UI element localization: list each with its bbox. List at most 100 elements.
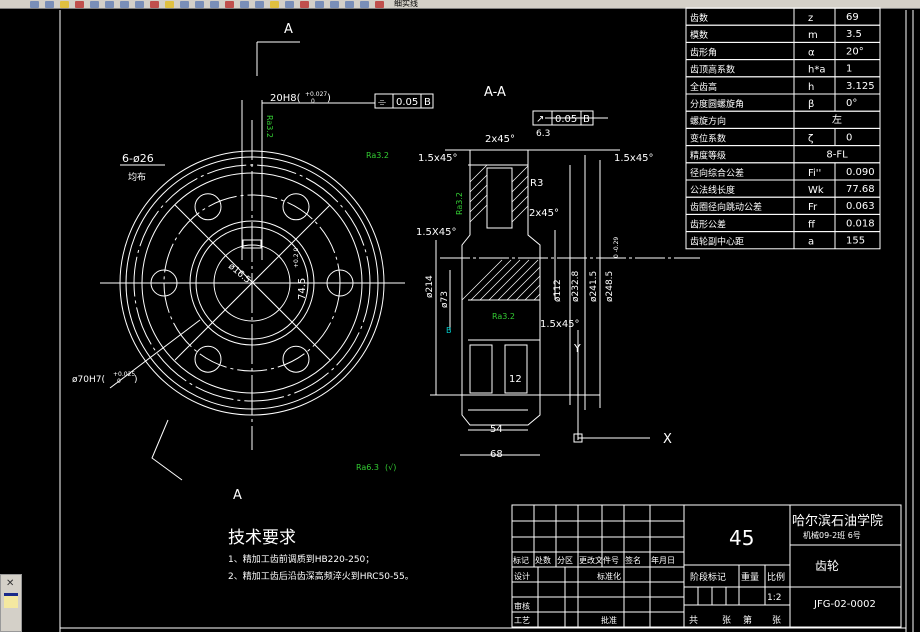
diameter-dim: ø248.5 xyxy=(605,271,615,302)
tech-requirements-title: 技术要求 xyxy=(228,528,296,548)
section-view-labels: A-A ↗ 0.05 B 6.3 2x45° 1.5x45° 1.5x45° 2… xyxy=(416,85,672,460)
diameter-dim: ø112 xyxy=(553,279,563,302)
gear-table-row: 齿轮副中心距 a 155 xyxy=(685,231,881,250)
standardize-label: 标准化 xyxy=(597,571,621,581)
ucs-y-label: Y xyxy=(573,342,581,355)
param-name: 齿形公差 xyxy=(690,218,726,230)
roughness-symbol: Ra3.2 xyxy=(366,151,389,160)
holes-note: 均布 xyxy=(128,171,146,183)
tech-requirement-item: 2、精加工齿后沿齿深高频淬火到HRC50-55。 xyxy=(228,570,414,582)
bore-tol-close: ) xyxy=(134,375,138,385)
param-symbol: z xyxy=(808,13,813,24)
process-label: 工艺 xyxy=(514,616,530,625)
revision-header: 分区 xyxy=(557,556,573,565)
chamfer-dim: 1.5x45° xyxy=(418,153,458,164)
radius-dim: R3 xyxy=(530,178,543,189)
stage-mark-label: 阶段标记 xyxy=(690,571,726,583)
chamfer-dim: 1.5x45° xyxy=(614,153,654,164)
param-name: 分度圆螺旋角 xyxy=(690,98,744,110)
runout-value: 0.05 xyxy=(555,114,577,125)
gear-table-row: 齿形角 α 20° xyxy=(685,41,881,61)
param-name: 齿顶高系数 xyxy=(690,64,735,76)
gear-table-row: 齿形公差 ff 0.018 xyxy=(685,213,881,233)
param-name: 模数 xyxy=(690,29,708,41)
tech-requirements: 技术要求 1、精加工齿前调质到HB220-250； 2、精加工齿后沿齿深高频淬火… xyxy=(228,528,414,582)
param-value: 155 xyxy=(846,236,865,247)
revision-header: 更改文件号 xyxy=(579,555,619,565)
gear-table-row: 螺旋方向 左 xyxy=(685,110,881,129)
param-symbol: Fr xyxy=(808,202,818,213)
datum-b-label: B xyxy=(446,326,452,335)
diameter-dim: ø214 xyxy=(425,275,435,298)
ucs-x-label: X xyxy=(663,432,672,447)
param-value: 0° xyxy=(846,98,857,109)
diameter-dim: ø241.5 xyxy=(589,271,599,302)
param-symbol: ff xyxy=(808,219,816,230)
param-name: 齿轮副中心距 xyxy=(690,236,744,248)
param-symbol: m xyxy=(808,30,818,41)
param-name: 齿形角 xyxy=(690,46,717,58)
param-name: 径向综合公差 xyxy=(690,167,744,179)
roughness-symbol: Ra3.2 xyxy=(455,192,464,215)
tech-requirement-item: 1、精加工齿前调质到HB220-250； xyxy=(228,553,374,565)
param-symbol: α xyxy=(808,47,815,58)
param-name: 螺旋方向 xyxy=(690,115,726,127)
gear-table-row: 全齿高 h 3.125 xyxy=(685,76,881,95)
param-value: 20° xyxy=(846,46,864,57)
class-info: 机械09-2班 6号 xyxy=(803,530,861,540)
scale-value: 1:2 xyxy=(767,593,781,603)
symmetry-icon: ⌯ xyxy=(378,97,386,108)
param-symbol: β xyxy=(808,99,814,110)
roughness-symbol: Ra3.2 xyxy=(492,312,515,321)
param-symbol: Wk xyxy=(808,185,824,196)
section-view-title: A-A xyxy=(484,85,506,100)
sheets-unit-label: 张 xyxy=(722,615,731,626)
runout-icon: ↗ xyxy=(536,114,544,125)
drawing-number: JFG-02-0002 xyxy=(813,599,876,610)
param-value: 0.090 xyxy=(846,167,875,178)
outer-diameter-tol: 0 -0.29 xyxy=(613,237,620,258)
review-label: 审核 xyxy=(514,601,530,611)
floating-palette[interactable]: ✕ xyxy=(0,574,22,632)
gear-table-row: 径向综合公差 Fi'' 0.090 xyxy=(685,162,881,181)
param-value: 0.063 xyxy=(846,201,875,212)
sheet-number-label: 第 xyxy=(743,614,752,626)
param-value: 3.125 xyxy=(846,81,875,92)
keyway-tol-lower: 0 xyxy=(311,98,315,105)
param-name: 变位系数 xyxy=(690,132,726,144)
keyway-tol-close: ) xyxy=(327,93,331,104)
design-label: 设计 xyxy=(514,571,530,581)
param-name: 齿圈径向跳动公差 xyxy=(690,201,762,213)
bolt-hole xyxy=(194,193,222,221)
param-name: 精度等级 xyxy=(690,150,726,162)
revision-header: 签名 xyxy=(625,555,641,565)
gear-table-row: 分度圆螺旋角 β 0° xyxy=(685,93,881,112)
window-icon[interactable] xyxy=(4,593,18,608)
roughness-top: 6.3 xyxy=(536,129,550,139)
scale-label: 比例 xyxy=(767,571,785,583)
sheet-unit-label: 张 xyxy=(772,615,781,626)
gear-table-row: 齿顶高系数 h*a 1 xyxy=(685,59,881,78)
drawing-frame xyxy=(59,10,914,632)
chamfer-dim: 2x45° xyxy=(529,208,559,219)
revision-header: 年月日 xyxy=(651,555,675,565)
chamfer-dim: 2x45° xyxy=(485,134,515,145)
roughness-general-suffix: (√) xyxy=(385,463,396,472)
param-symbol: h*a xyxy=(808,65,825,76)
keyway-tol-upper: +0.027 xyxy=(305,91,327,98)
bore-dim: ø70H7( xyxy=(72,375,105,385)
close-icon[interactable]: ✕ xyxy=(6,578,14,589)
approve-label: 批准 xyxy=(601,615,617,625)
drawing-canvas[interactable]: A A 20H8( +0.027 0 ) ⌯ 0.05 B 6-ø26 均布 ø… xyxy=(0,0,920,632)
gear-table-row: 精度等级 8-FL xyxy=(685,145,881,164)
param-symbol: ζ xyxy=(808,133,813,144)
revision-header: 处数 xyxy=(535,555,551,565)
symmetry-tolerance-frame: ⌯ 0.05 B xyxy=(374,93,434,109)
param-value: 69 xyxy=(846,12,859,23)
param-value: 3.5 xyxy=(846,29,862,40)
hub-dim: ø16.5 xyxy=(226,262,252,286)
bore-tol-lower: 0 xyxy=(117,378,121,385)
gear-table-row: 公法线长度 Wk 77.68 xyxy=(685,179,881,198)
gear-table-row: 齿数 z 69 xyxy=(685,7,881,26)
revision-header: 标记 xyxy=(513,555,529,565)
